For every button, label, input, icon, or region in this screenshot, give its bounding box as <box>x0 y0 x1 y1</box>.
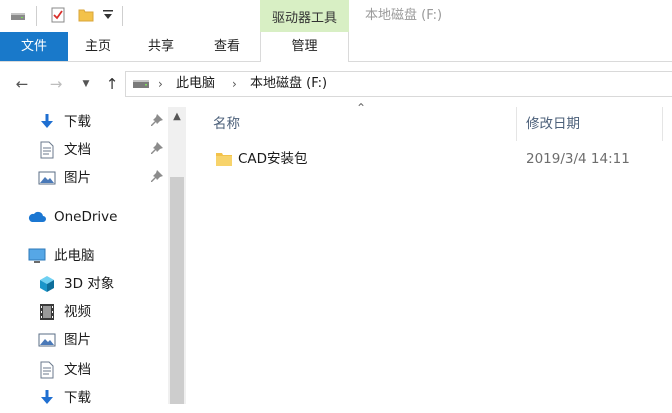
column-header-name[interactable]: 名称 <box>213 107 240 141</box>
drive-icon <box>133 80 149 88</box>
tab-manage[interactable]: 管理 <box>260 32 349 62</box>
tab-share[interactable]: 共享 <box>128 32 194 61</box>
breadcrumb-separator-icon[interactable]: › <box>232 72 237 96</box>
drive-tools-context-label: 驱动器工具 <box>260 0 349 32</box>
address-row: ← → ▼ ↑ › 此电脑 › 本地磁盘 (F:) <box>0 62 672 107</box>
scroll-up-arrow-icon[interactable]: ▲ <box>168 107 186 127</box>
nav-item-downloads-pc[interactable]: 下载 <box>0 383 165 413</box>
download-arrow-icon <box>41 390 53 404</box>
pin-icon[interactable] <box>150 114 164 128</box>
navigation-pane: 下载 文档 图片 OneDrive 此电脑 3D 对象 视频 图片 文档 下载 <box>0 107 170 406</box>
file-row[interactable]: CAD安装包 2019/3/4 14:11 <box>188 146 672 172</box>
pin-icon[interactable] <box>150 170 164 184</box>
video-film-icon <box>40 304 54 320</box>
quick-access-divider <box>122 6 123 26</box>
tab-file[interactable]: 文件 <box>0 32 68 61</box>
quick-access-divider <box>36 6 37 26</box>
nav-item-label: 图片 <box>64 170 91 186</box>
new-folder-icon[interactable] <box>78 7 94 23</box>
recent-locations-chevron-icon[interactable]: ▼ <box>79 74 93 94</box>
nav-item-label: OneDrive <box>54 209 118 225</box>
nav-item-downloads[interactable]: 下载 <box>0 107 165 137</box>
breadcrumb-this-pc[interactable]: 此电脑 <box>176 72 215 96</box>
tab-home[interactable]: 主页 <box>68 32 128 61</box>
pictures-icon <box>38 333 56 347</box>
nav-item-3d-objects[interactable]: 3D 对象 <box>0 269 165 299</box>
nav-item-label: 图片 <box>64 332 91 348</box>
back-arrow-icon[interactable]: ← <box>12 74 32 94</box>
computer-icon <box>28 248 46 263</box>
nav-item-label: 文档 <box>64 362 91 378</box>
breadcrumb-separator-icon[interactable]: › <box>158 72 163 96</box>
nav-item-this-pc[interactable]: 此电脑 <box>0 241 165 271</box>
cloud-icon <box>28 211 46 222</box>
nav-item-pictures[interactable]: 图片 <box>0 163 165 193</box>
ribbon-tab-bar: 文件 主页 共享 查看 管理 <box>0 32 672 62</box>
customize-dropdown-icon[interactable] <box>100 7 116 23</box>
column-divider[interactable] <box>516 107 517 141</box>
pictures-icon <box>38 171 56 185</box>
sort-ascending-caret-icon[interactable]: ⌃ <box>356 101 366 115</box>
nav-item-label: 下载 <box>64 390 91 406</box>
nav-item-documents-pc[interactable]: 文档 <box>0 355 165 385</box>
column-divider[interactable] <box>662 107 663 141</box>
nav-item-onedrive[interactable]: OneDrive <box>0 202 165 232</box>
nav-item-label: 此电脑 <box>54 248 95 264</box>
properties-check-icon[interactable] <box>50 7 66 23</box>
nav-item-label: 3D 对象 <box>64 276 115 292</box>
document-icon <box>40 361 54 379</box>
address-bar[interactable]: › 此电脑 › 本地磁盘 (F:) <box>125 71 672 97</box>
cube-3d-icon <box>40 276 54 292</box>
navigation-scrollbar[interactable]: ▲ <box>168 107 186 404</box>
nav-item-label: 文档 <box>64 142 91 158</box>
file-list-pane: ⌃ 名称 修改日期 CAD安装包 2019/3/4 14:11 <box>188 101 672 404</box>
download-arrow-icon <box>41 114 53 128</box>
file-name: CAD安装包 <box>238 151 308 167</box>
nav-item-label: 下载 <box>64 114 91 130</box>
forward-arrow-icon[interactable]: → <box>46 74 66 94</box>
tab-view[interactable]: 查看 <box>194 32 260 61</box>
folder-icon <box>216 153 232 166</box>
window-title: 本地磁盘 (F:) <box>365 8 443 23</box>
title-bar: 驱动器工具 本地磁盘 (F:) <box>0 0 672 32</box>
scrollbar-thumb[interactable] <box>170 177 184 404</box>
breadcrumb-local-disk[interactable]: 本地磁盘 (F:) <box>250 72 327 96</box>
up-arrow-icon[interactable]: ↑ <box>102 74 122 94</box>
pin-icon[interactable] <box>150 142 164 156</box>
drive-icon[interactable] <box>10 7 26 23</box>
nav-item-videos[interactable]: 视频 <box>0 297 165 327</box>
column-header-date-modified[interactable]: 修改日期 <box>526 107 580 141</box>
nav-item-pictures-pc[interactable]: 图片 <box>0 325 165 355</box>
nav-item-documents[interactable]: 文档 <box>0 135 165 165</box>
nav-item-label: 视频 <box>64 304 91 320</box>
file-date-modified: 2019/3/4 14:11 <box>526 151 630 167</box>
document-icon <box>40 141 54 159</box>
